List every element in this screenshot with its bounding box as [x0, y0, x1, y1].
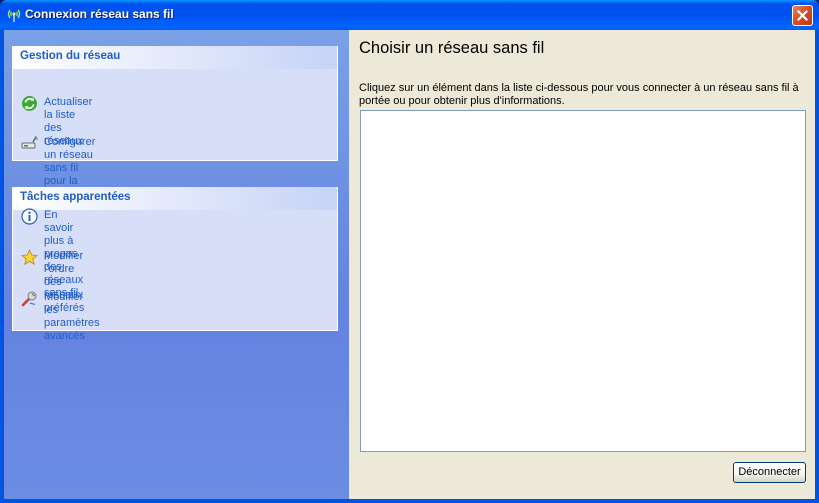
client-area: Gestion du réseau Actualiser la liste de…	[4, 30, 815, 499]
window-bottom-border	[0, 499, 819, 503]
instructions-line1: Cliquez sur un élément dans la liste ci-…	[359, 82, 799, 94]
instructions-line2: portée ou pour obtenir plus d'informatio…	[359, 95, 565, 107]
page-title: Choisir un réseau sans fil	[359, 39, 545, 57]
main-content: Choisir un réseau sans fil Cliquez sur u…	[349, 30, 815, 499]
disconnect-button[interactable]: Déconnecter	[733, 462, 806, 483]
task-pane: Gestion du réseau Actualiser la liste de…	[4, 30, 349, 499]
star-icon	[21, 249, 38, 266]
panel-header-network-tasks: Gestion du réseau	[13, 46, 337, 69]
info-icon	[21, 208, 38, 225]
title-bar[interactable]: Connexion réseau sans fil	[0, 0, 819, 30]
wireless-setup-icon	[21, 135, 38, 152]
refresh-icon	[21, 95, 38, 112]
network-list[interactable]	[360, 110, 806, 452]
wireless-network-icon	[5, 7, 23, 23]
task-label: Modifier les paramètres avancés	[44, 291, 100, 342]
window-title: Connexion réseau sans fil	[25, 7, 174, 21]
instructions-text: Cliquez sur un élément dans la liste ci-…	[359, 82, 799, 108]
close-icon	[797, 10, 808, 21]
network-tasks-panel: Gestion du réseau Actualiser la liste de…	[12, 46, 338, 226]
panel-header-related-tasks: Tâches apparentées	[13, 187, 337, 210]
close-button[interactable]	[792, 5, 813, 26]
wireless-connection-window: Connexion réseau sans fil Gestion du rés…	[0, 0, 819, 503]
wrench-icon	[21, 290, 38, 307]
related-tasks-panel: Tâches apparentées En savoir plus à prop…	[12, 187, 338, 342]
